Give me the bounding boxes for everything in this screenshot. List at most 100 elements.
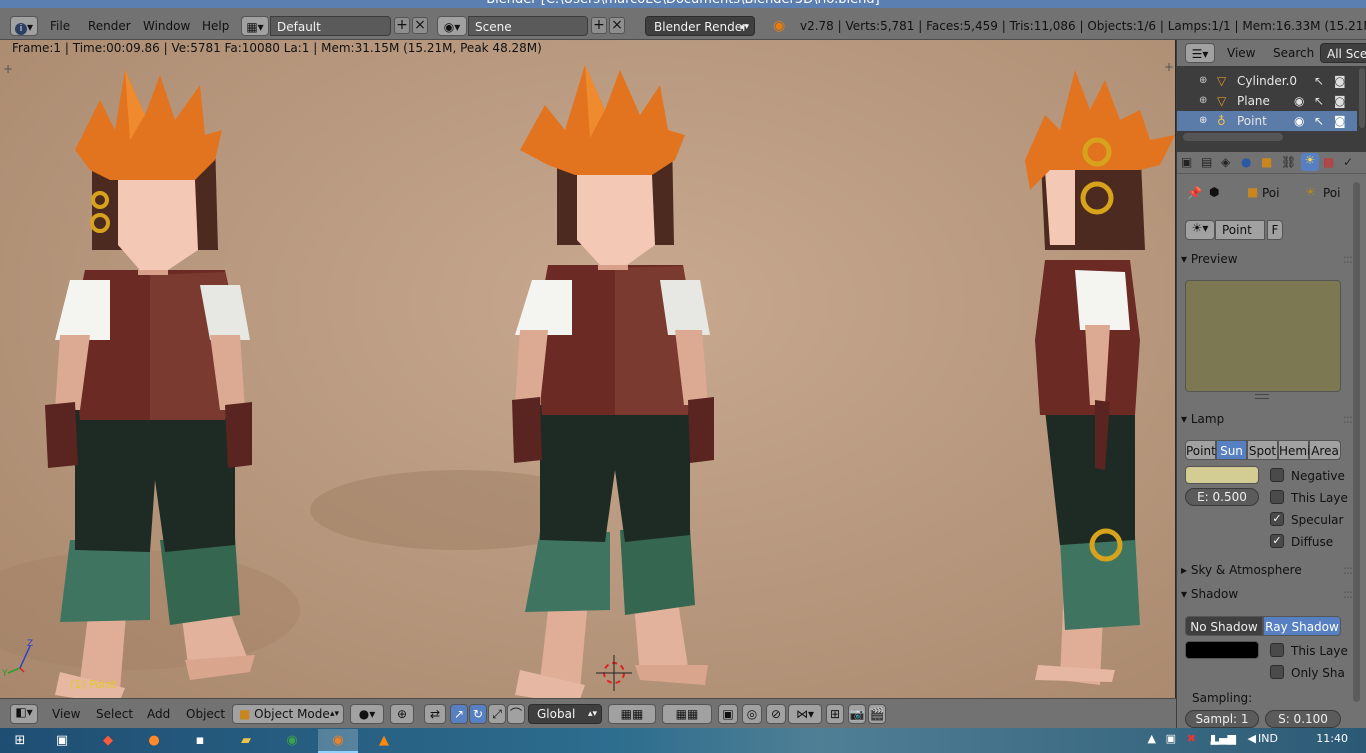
manipulator-toggle[interactable]: ⇄ <box>424 704 446 724</box>
negative-checkbox[interactable] <box>1270 468 1284 482</box>
delete-scene-icon[interactable]: × <box>609 17 625 34</box>
visibility-eye-icon[interactable]: ◉ <box>1294 111 1304 131</box>
system-clock[interactable]: 11:40 <box>1316 732 1348 745</box>
shadow-this-layer-checkbox[interactable] <box>1270 643 1284 657</box>
menu-window[interactable]: Window <box>143 16 190 36</box>
start-button[interactable]: ⊞ <box>0 729 40 753</box>
shadow-soft-size-field[interactable]: S: 0.100 <box>1265 710 1341 728</box>
outliner-row-point[interactable]: ⊕ ♁ Point ◉ ↖ ◙ <box>1177 111 1357 131</box>
outliner-display-mode-select[interactable]: All Scenes <box>1320 43 1366 63</box>
this-layer-checkbox[interactable] <box>1270 490 1284 504</box>
outliner-menu-view[interactable]: View <box>1227 43 1255 63</box>
ray-shadow-button[interactable]: Ray Shadow <box>1263 616 1341 636</box>
lamp-energy-field[interactable]: E: 0.500 <box>1185 488 1259 506</box>
outliner-row-plane[interactable]: ⊕ ▽ Plane ◉ ↖ ◙ <box>1177 91 1357 111</box>
scene-name-field[interactable]: Scene <box>468 16 588 36</box>
object-tab-icon[interactable]: ■ <box>1261 155 1272 169</box>
visibility-eye-icon[interactable]: ◉ <box>1294 91 1304 111</box>
lamp-panel-header[interactable]: ▾ Lamp :::: <box>1181 408 1357 430</box>
lamp-type-sun[interactable]: Sun <box>1216 440 1247 460</box>
taskbar-app-1[interactable]: ▣ <box>42 729 82 753</box>
lamp-type-spot[interactable]: Spot <box>1247 440 1278 460</box>
diffuse-checkbox[interactable]: ✓ <box>1270 534 1284 548</box>
layout-name-field[interactable]: Default <box>270 16 391 36</box>
taskbar-app-pc[interactable]: ▪ <box>180 729 220 753</box>
scene-tab-icon[interactable]: ◈ <box>1221 155 1230 169</box>
add-scene-icon[interactable]: + <box>591 17 607 34</box>
wifi-signal-icon[interactable]: ▂▄▆ <box>1211 732 1236 745</box>
menu-render[interactable]: Render <box>88 16 131 36</box>
texture-tab-icon[interactable]: ▩ <box>1323 155 1334 169</box>
volume-icon[interactable]: ◀ <box>1248 732 1256 745</box>
physics-tab-icon[interactable]: ✓ <box>1343 155 1353 169</box>
render-engine-select[interactable]: Blender Render ▴▾ <box>645 16 755 36</box>
input-language[interactable]: IND <box>1258 732 1278 745</box>
select-cursor-icon[interactable]: ↖ <box>1314 91 1324 111</box>
add-layout-icon[interactable]: + <box>394 17 410 34</box>
shadow-color-swatch[interactable] <box>1185 641 1259 659</box>
lamp-type-area[interactable]: Area <box>1309 440 1341 460</box>
taskbar-blender[interactable]: ◉ <box>318 729 358 753</box>
scale-manipulator[interactable]: ⤢ <box>488 704 506 724</box>
render-camera-icon[interactable]: ◙ <box>1334 111 1346 131</box>
translate-manipulator[interactable]: ↗ <box>450 704 468 724</box>
lamp-datablock-name[interactable]: Point <box>1215 220 1265 240</box>
properties-scrollbar[interactable] <box>1353 182 1360 702</box>
pin-icon[interactable]: 📌 <box>1187 186 1202 200</box>
select-cursor-icon[interactable]: ↖ <box>1314 71 1324 91</box>
taskbar-explorer[interactable]: ▰ <box>226 729 266 753</box>
fake-user-button[interactable]: F <box>1267 220 1283 240</box>
sky-panel-header[interactable]: ▸ Sky & Atmosphere :::: <box>1181 559 1357 581</box>
lamp-datablock-browse[interactable]: ☀▾ <box>1185 220 1215 240</box>
lamp-color-swatch[interactable] <box>1185 466 1259 484</box>
viewport-shading-select[interactable]: ●▾ <box>350 704 384 724</box>
preview-panel-header[interactable]: ▾ Preview :::: <box>1181 248 1357 270</box>
no-shadow-button[interactable]: No Shadow <box>1185 616 1263 636</box>
menu-view[interactable]: View <box>52 704 80 724</box>
lamp-data-tab-icon[interactable]: ☀ <box>1301 153 1319 171</box>
only-shadow-checkbox[interactable] <box>1270 665 1284 679</box>
specular-checkbox[interactable]: ✓ <box>1270 512 1284 526</box>
snap-toggle[interactable]: ⊘ <box>766 704 786 724</box>
menu-add[interactable]: Add <box>147 704 170 724</box>
render-animation-button[interactable]: 🎬 <box>868 704 886 724</box>
layout-browse-button[interactable]: ▦▾ <box>241 16 269 36</box>
3d-cursor-icon[interactable] <box>596 655 632 691</box>
outliner-editor-type-button[interactable]: ☰▾ <box>1185 43 1215 63</box>
outliner-hscrollbar[interactable] <box>1183 133 1283 141</box>
render-tab-icon[interactable]: ▣ <box>1181 155 1192 169</box>
breadcrumb-lamp[interactable]: Poi <box>1323 186 1340 200</box>
scene-browse-button[interactable]: ◉▾ <box>437 16 467 36</box>
curve-manipulator[interactable]: ⌒ <box>507 704 525 724</box>
transform-orientation-select[interactable]: Global ▴▾ <box>528 704 602 724</box>
taskbar-firefox[interactable]: ● <box>134 729 174 753</box>
lamp-type-hemi[interactable]: Hemi <box>1278 440 1310 460</box>
shadow-samples-field[interactable]: Sampl: 1 <box>1185 710 1259 728</box>
world-tab-icon[interactable]: ● <box>1241 155 1251 169</box>
render-layers-tab-icon[interactable]: ▤ <box>1201 155 1212 169</box>
constraints-tab-icon[interactable]: ⛓ <box>1281 155 1296 169</box>
proportional-edit-button[interactable]: ◎ <box>742 704 762 724</box>
menu-object[interactable]: Object <box>186 704 225 724</box>
render-camera-icon[interactable]: ◙ <box>1334 91 1346 111</box>
shadow-panel-header[interactable]: ▾ Shadow :::: <box>1181 583 1357 605</box>
pivot-point-select[interactable]: ⊕ <box>390 704 414 724</box>
lock-layers-button[interactable]: ▣ <box>718 704 738 724</box>
rotate-manipulator[interactable]: ↻ <box>469 704 487 724</box>
breadcrumb-object[interactable]: Poi <box>1262 186 1279 200</box>
render-opengl-button[interactable]: 📷 <box>848 704 866 724</box>
taskbar-chrome[interactable]: ◉ <box>272 729 312 753</box>
preview-resize-handle[interactable] <box>1255 394 1269 399</box>
scene-layers-grid[interactable]: ▦▦ <box>608 704 656 724</box>
tray-overflow-icon[interactable]: ▲ <box>1148 732 1156 745</box>
taskbar-app-2[interactable]: ◆ <box>88 729 128 753</box>
outliner-scrollbar[interactable] <box>1359 68 1365 128</box>
taskbar-vlc[interactable]: ▲ <box>364 729 404 753</box>
delete-layout-icon[interactable]: × <box>412 17 428 34</box>
outliner-row-cylinder[interactable]: ⊕ ▽ Cylinder.0 ↖ ◙ <box>1177 71 1357 91</box>
menu-select[interactable]: Select <box>96 704 133 724</box>
tray-app-icon[interactable]: ▣ <box>1166 732 1176 745</box>
menu-file[interactable]: File <box>50 16 70 36</box>
menu-help[interactable]: Help <box>202 16 229 36</box>
lamp-type-point[interactable]: Point <box>1185 440 1216 460</box>
